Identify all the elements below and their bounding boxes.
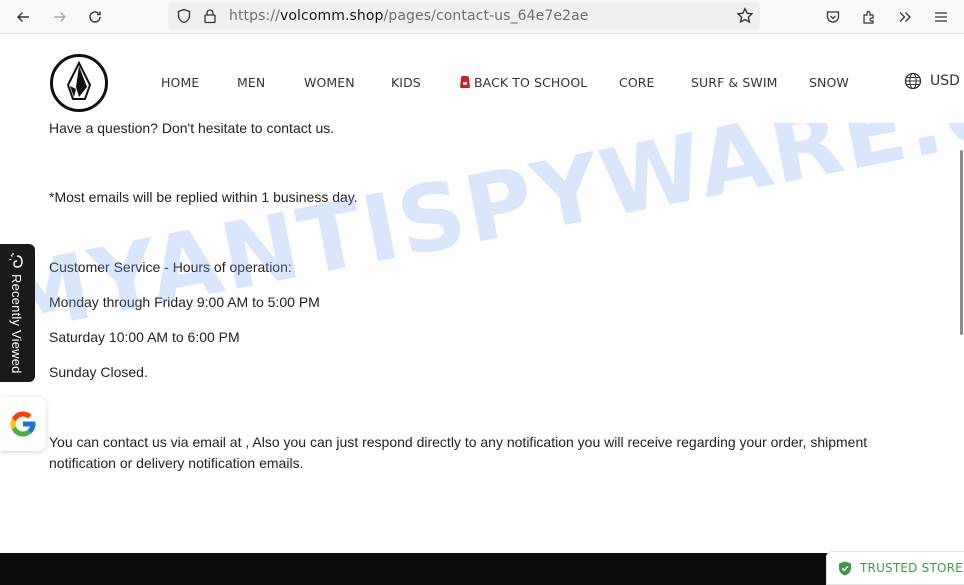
url-path: /pages/contact-us_64e7e2ae (383, 8, 589, 24)
url-text[interactable]: https://volcomm.shop/pages/contact-us_64… (229, 8, 589, 24)
recently-viewed-tab[interactable]: Recently Viewed (0, 244, 35, 382)
hours-saturday: Saturday 10:00 AM to 6:00 PM (49, 329, 240, 345)
url-prefix: https:// (229, 8, 280, 24)
recently-viewed-icon (9, 253, 23, 268)
volcom-logo[interactable] (49, 53, 109, 113)
hours-sunday: Sunday Closed. (49, 364, 148, 380)
nav-kids[interactable]: KIDS (391, 75, 421, 90)
google-reviews-badge[interactable] (0, 397, 46, 451)
lock-icon[interactable] (202, 8, 218, 24)
browser-toolbar: https://volcomm.shop/pages/contact-us_64… (0, 0, 964, 34)
trusted-store-badge[interactable]: TRUSTED STORE (826, 551, 964, 585)
nav-men[interactable]: MEN (237, 75, 265, 90)
menu-icon (935, 12, 947, 22)
globe-icon (904, 72, 922, 90)
nav-back-to-school[interactable]: BACK TO SCHOOL (458, 75, 587, 90)
url-bar[interactable]: https://volcomm.shop/pages/contact-us_64… (168, 2, 760, 30)
trusted-store-label: TRUSTED STORE (860, 561, 963, 575)
reply-note: *Most emails will be replied within 1 bu… (49, 189, 358, 205)
backpack-icon (460, 76, 470, 88)
nav-women[interactable]: WOMEN (304, 75, 355, 90)
nav-back-to-school-label: BACK TO SCHOOL (474, 75, 588, 90)
forward-button[interactable] (48, 5, 72, 29)
back-button[interactable] (11, 5, 35, 29)
nav-snow[interactable]: SNOW (809, 75, 849, 90)
forward-icon (54, 12, 66, 22)
page-scrollbar[interactable] (960, 150, 963, 335)
pocket-icon (826, 11, 840, 23)
bookmark-star-icon[interactable] (736, 7, 754, 25)
app-menu-button[interactable] (929, 5, 953, 29)
back-icon (17, 12, 29, 22)
reload-button[interactable] (83, 5, 107, 29)
site-header: HOME MEN WOMEN KIDS BACK TO SCHOOL CORE … (0, 35, 964, 123)
nav-core[interactable]: CORE (619, 75, 655, 90)
overflow-icon (899, 12, 911, 22)
shield-icon[interactable] (176, 8, 192, 24)
overflow-button[interactable] (893, 5, 917, 29)
currency-label: USD (930, 73, 960, 89)
extensions-icon (863, 10, 874, 24)
nav-surf-swim[interactable]: SURF & SWIM (691, 75, 778, 90)
contact-text: You can contact us via email at , Also y… (49, 434, 868, 471)
hours-title: Customer Service - Hours of operation: (49, 259, 292, 275)
site-footer (0, 553, 964, 585)
hours-weekdays: Monday through Friday 9:00 AM to 5:00 PM (49, 294, 320, 310)
shield-check-icon (839, 561, 851, 575)
nav-home[interactable]: HOME (161, 75, 199, 90)
reload-icon (89, 11, 101, 23)
google-icon (10, 411, 36, 437)
url-host: volcomm.shop (279, 8, 384, 24)
pocket-button[interactable] (821, 5, 845, 29)
currency-selector[interactable]: USD (904, 72, 960, 90)
recently-viewed-label: Recently Viewed (9, 274, 24, 374)
extensions-button[interactable] (857, 5, 881, 29)
